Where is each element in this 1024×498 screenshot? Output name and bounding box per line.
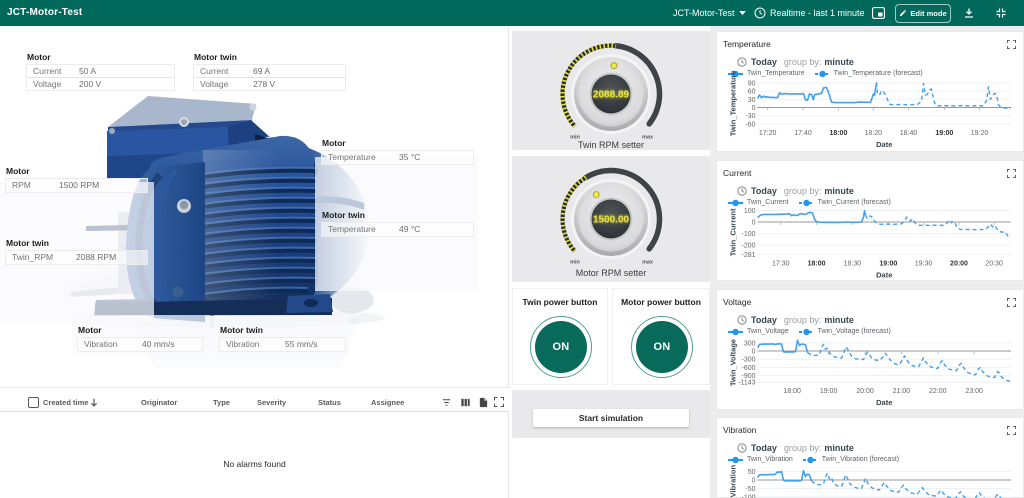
svg-text:0: 0: [752, 105, 756, 112]
svg-text:300: 300: [744, 340, 756, 347]
svg-text:-600: -600: [741, 365, 755, 372]
svg-text:-281: -281: [741, 252, 755, 259]
svg-text:17:20: 17:20: [759, 130, 777, 137]
svg-text:-30: -30: [745, 113, 755, 120]
svg-text:Date: Date: [876, 270, 892, 279]
svg-text:60: 60: [748, 89, 756, 96]
svg-text:min: min: [570, 260, 580, 266]
svg-text:30: 30: [748, 97, 756, 104]
svg-text:1500.00: 1500.00: [593, 215, 630, 226]
svg-text:90: 90: [748, 81, 756, 88]
svg-text:18:30: 18:30: [844, 260, 862, 267]
svg-text:19:00: 19:00: [820, 388, 838, 395]
svg-text:19:30: 19:30: [915, 260, 933, 267]
svg-text:21:00: 21:00: [893, 388, 911, 395]
svg-text:-100: -100: [741, 495, 755, 498]
svg-text:-200: -200: [741, 243, 755, 250]
svg-text:18:00: 18:00: [808, 260, 826, 267]
svg-text:50: 50: [748, 469, 756, 476]
svg-text:max: max: [642, 260, 654, 266]
svg-text:19:00: 19:00: [935, 130, 953, 137]
svg-text:18:00: 18:00: [829, 130, 847, 137]
svg-text:0: 0: [752, 478, 756, 485]
svg-text:17:40: 17:40: [794, 130, 812, 137]
svg-text:23:00: 23:00: [965, 388, 983, 395]
svg-text:-50: -50: [745, 486, 755, 493]
svg-text:19:00: 19:00: [879, 260, 897, 267]
svg-text:Twin_Current: Twin_Current: [729, 208, 738, 256]
svg-text:20:30: 20:30: [985, 260, 1003, 267]
svg-text:18:00: 18:00: [783, 388, 801, 395]
svg-text:-100: -100: [741, 231, 755, 238]
svg-text:0: 0: [752, 349, 756, 356]
svg-text:Date: Date: [876, 140, 892, 149]
svg-text:0: 0: [752, 220, 756, 227]
svg-text:100: 100: [744, 208, 756, 215]
svg-text:19:20: 19:20: [971, 130, 989, 137]
svg-text:Twin_Temperature: Twin_Temperature: [729, 71, 738, 137]
svg-text:18:40: 18:40: [900, 130, 918, 137]
svg-text:22:00: 22:00: [929, 388, 947, 395]
svg-text:17:30: 17:30: [772, 260, 790, 267]
svg-text:Twin_Vibration: Twin_Vibration: [729, 465, 738, 498]
svg-text:Date: Date: [876, 398, 892, 407]
svg-text:Twin_Voltage: Twin_Voltage: [729, 339, 738, 386]
svg-text:-300: -300: [741, 357, 755, 364]
svg-text:18:20: 18:20: [865, 130, 883, 137]
svg-text:-1143: -1143: [738, 380, 755, 387]
svg-text:20:00: 20:00: [950, 260, 968, 267]
svg-text:2088.89: 2088.89: [593, 90, 630, 101]
svg-text:-60: -60: [745, 121, 755, 128]
svg-text:20:00: 20:00: [856, 388, 874, 395]
